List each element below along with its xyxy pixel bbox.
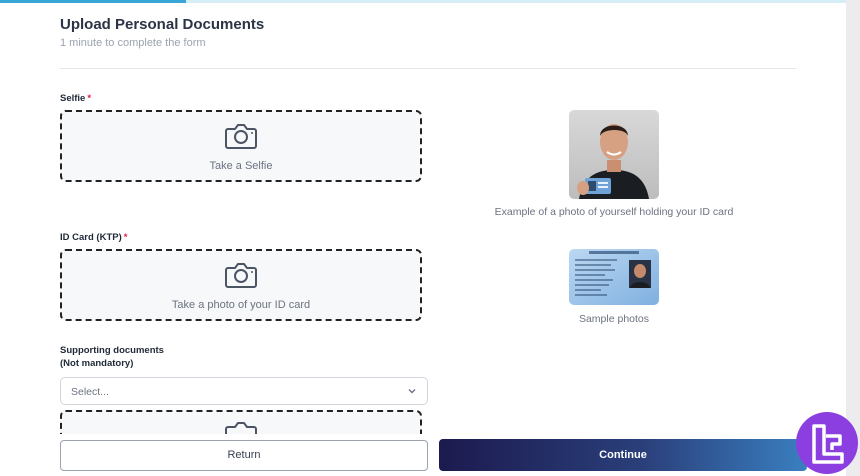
supporting-documents-label: Supporting documents <box>60 345 164 356</box>
selfie-dropzone[interactable]: Take a Selfie <box>60 110 422 182</box>
camera-icon <box>225 263 257 288</box>
id-card-dropzone-text: Take a photo of your ID card <box>171 299 311 311</box>
progress-fill <box>0 0 187 3</box>
selfie-example-image <box>569 110 659 199</box>
camera-icon <box>225 124 257 149</box>
select-placeholder: Select... <box>71 386 109 398</box>
id-card-dropzone[interactable]: Take a photo of your ID card <box>60 249 422 321</box>
progress-bar <box>0 0 846 3</box>
upload-form-card: Upload Personal Documents 1 minute to co… <box>0 0 846 476</box>
divider <box>60 68 796 69</box>
selfie-label: Selfie * <box>60 93 91 104</box>
selfie-label-text: Selfie <box>60 93 86 104</box>
supporting-documents-select[interactable]: Select... <box>60 377 428 405</box>
continue-button[interactable]: Continue <box>439 439 807 471</box>
page-subtitle: 1 minute to complete the form <box>60 37 206 49</box>
return-button[interactable]: Return <box>60 440 428 471</box>
id-card-label: ID Card (KTP) * <box>60 232 127 243</box>
id-card-label-text: ID Card (KTP) <box>60 232 122 243</box>
required-mark: * <box>123 232 128 243</box>
chevron-down-icon <box>408 389 416 394</box>
page-title: Upload Personal Documents <box>60 16 265 33</box>
logo-icon <box>812 424 844 464</box>
required-mark: * <box>87 93 92 104</box>
scrollbar-track[interactable] <box>846 0 860 476</box>
selfie-example-caption: Example of a photo of yourself holding y… <box>494 206 734 218</box>
brand-logo <box>796 412 858 474</box>
id-card-sample-image <box>569 249 659 305</box>
id-card-sample-caption: Sample photos <box>578 313 650 325</box>
supporting-documents-note: (Not mandatory) <box>60 358 134 369</box>
selfie-dropzone-text: Take a Selfie <box>209 160 273 172</box>
